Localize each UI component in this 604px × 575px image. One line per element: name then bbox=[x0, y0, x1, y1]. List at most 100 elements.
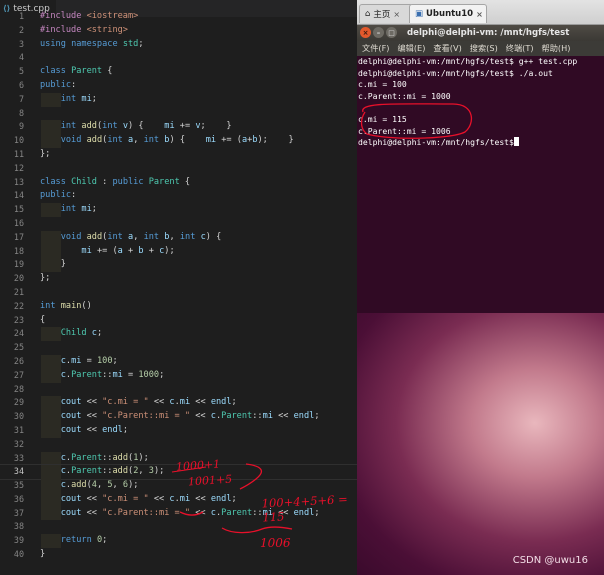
terminal-menu-item[interactable]: 文件(F) bbox=[362, 41, 389, 56]
line-number: 9 bbox=[18, 121, 24, 132]
code-text: class Child : public Parent { bbox=[40, 176, 191, 187]
code-line[interactable]: 1 #include <iostream> bbox=[0, 10, 357, 24]
code-text: mi += (a + b + c); bbox=[81, 245, 175, 256]
terminal-menu-item[interactable]: 搜索(S) bbox=[470, 41, 498, 56]
code-text: { bbox=[40, 314, 46, 325]
terminal-menu-item[interactable]: 终端(T) bbox=[506, 41, 534, 56]
maximize-window-button[interactable]: □ bbox=[386, 27, 397, 38]
code-line[interactable]: 19 } bbox=[0, 258, 357, 273]
line-number: 19 bbox=[13, 259, 24, 270]
line-number: 1 bbox=[18, 11, 24, 21]
line-number: 2 bbox=[18, 24, 24, 35]
terminal-menu-item[interactable]: 查看(V) bbox=[433, 41, 461, 56]
code-text: c.Parent::add(2, 3); bbox=[60, 466, 165, 477]
code-line[interactable]: 35 c.add(4, 5, 6); bbox=[0, 479, 357, 493]
code-line[interactable]: 5 class Parent { bbox=[0, 65, 357, 79]
code-line[interactable]: 2 #include <string> bbox=[0, 24, 357, 38]
terminal-line: c.Parent::mi = 1006 bbox=[357, 126, 604, 138]
code-text: c.Parent::add(1); bbox=[60, 452, 149, 463]
code-text: c.Parent::mi = 1000; bbox=[60, 369, 165, 380]
terminal-line: delphi@delphi-vm:/mnt/hgfs/test$ ./a.out bbox=[357, 68, 604, 80]
code-line[interactable]: 13 class Child : public Parent { bbox=[0, 176, 357, 190]
code-line[interactable]: 16 bbox=[0, 217, 357, 231]
close-window-button[interactable]: × bbox=[360, 27, 371, 38]
terminal-line-text: delphi@delphi-vm:/mnt/hgfs/test$ g++ tes… bbox=[358, 56, 578, 66]
terminal-cursor bbox=[513, 137, 519, 147]
code-line[interactable]: 15 int mi; bbox=[0, 203, 357, 217]
line-number: 22 bbox=[13, 300, 24, 311]
line-number: 27 bbox=[13, 369, 24, 380]
line-number: 36 bbox=[13, 493, 24, 504]
code-text: return 0; bbox=[60, 535, 108, 546]
terminal-line-text: c.mi = 115 bbox=[358, 113, 407, 124]
close-icon[interactable]: × bbox=[476, 10, 483, 19]
line-number: 4 bbox=[18, 52, 24, 63]
line-number: 35 bbox=[13, 480, 24, 491]
terminal-line-text: c.Parent::mi = 1000 bbox=[358, 90, 451, 101]
code-text: int mi; bbox=[60, 204, 97, 215]
line-number: 13 bbox=[13, 176, 24, 187]
terminal-line: delphi@delphi-vm:/mnt/hgfs/test$ g++ tes… bbox=[357, 56, 604, 68]
code-line[interactable]: 29 cout << "c.mi = " << c.mi << endl; bbox=[0, 396, 357, 411]
code-line[interactable]: 9 int add(int v) { mi += v; } bbox=[0, 120, 357, 135]
code-line[interactable]: 40} bbox=[0, 548, 357, 562]
terminal-output[interactable]: delphi@delphi-vm:/mnt/hgfs/test$ g++ tes… bbox=[357, 56, 604, 313]
code-line[interactable]: 24 Child c; bbox=[0, 327, 357, 342]
code-text: Child c; bbox=[60, 328, 103, 339]
code-line[interactable]: 23 { bbox=[0, 314, 357, 328]
code-line[interactable]: 38 bbox=[0, 520, 357, 534]
code-text: } bbox=[40, 549, 46, 560]
terminal-menu-bar: 文件(F) 编辑(E) 查看(V) 搜索(S) 终端(T) 帮助(H) bbox=[357, 41, 604, 56]
code-line[interactable]: 14 public: bbox=[0, 189, 357, 203]
line-number: 5 bbox=[18, 66, 24, 77]
line-number: 37 bbox=[13, 507, 24, 518]
code-text: int main() bbox=[40, 300, 92, 311]
code-line[interactable]: 39 return 0; bbox=[0, 534, 357, 549]
code-line[interactable]: 22 int main() bbox=[0, 300, 357, 314]
line-number: 25 bbox=[13, 342, 24, 353]
minimize-window-button[interactable]: – bbox=[373, 27, 384, 38]
code-line[interactable]: 12 bbox=[0, 162, 357, 176]
line-number: 39 bbox=[13, 535, 24, 546]
code-text: cout << "c.mi = " << c.mi << endl; bbox=[60, 397, 237, 408]
code-line[interactable]: 20}; bbox=[0, 272, 357, 286]
code-text: } bbox=[40, 259, 66, 270]
close-icon[interactable]: × bbox=[393, 10, 400, 19]
code-line[interactable]: 32 bbox=[0, 438, 357, 452]
vm-window: ⌂ 主页 × ▣ Ubuntu10 × × – □ delphi@delphi-… bbox=[357, 0, 604, 575]
code-line[interactable]: 30 cout << "c.Parent::mi = " << c.Parent… bbox=[0, 410, 357, 424]
line-number: 15 bbox=[13, 204, 24, 215]
code-line[interactable]: 6 public: bbox=[0, 79, 357, 93]
code-line[interactable]: 17 void add(int a, int b, int c) { bbox=[0, 230, 357, 245]
line-number: 16 bbox=[13, 217, 24, 228]
code-text: class Parent { bbox=[40, 66, 113, 77]
terminal-menu-item[interactable]: 编辑(E) bbox=[397, 41, 425, 56]
terminal-title-bar[interactable]: × – □ delphi@delphi-vm: /mnt/hgfs/test bbox=[357, 25, 604, 41]
terminal-line-text: delphi@delphi-vm:/mnt/hgfs/test$ ./a.out bbox=[358, 67, 553, 78]
terminal-title: delphi@delphi-vm: /mnt/hgfs/test bbox=[407, 28, 570, 38]
tab-ubuntu10[interactable]: ▣ Ubuntu10 × bbox=[409, 4, 487, 23]
code-line[interactable]: 27 c.Parent::mi = 1000; bbox=[0, 368, 357, 383]
line-number: 24 bbox=[13, 328, 24, 339]
code-line[interactable]: 28 bbox=[0, 383, 357, 397]
code-line[interactable]: 25 bbox=[0, 341, 357, 355]
code-line[interactable]: 26 c.mi = 100; bbox=[0, 354, 357, 369]
code-line[interactable]: 3 using namespace std; bbox=[0, 38, 357, 52]
code-editor[interactable]: ⟨⟩ test.cpp 1 #include <iostream> 2 #includ… bbox=[0, 0, 357, 575]
code-line[interactable]: 8 bbox=[0, 107, 357, 121]
code-line[interactable]: 31 cout << endl; bbox=[0, 423, 357, 438]
code-line[interactable]: 18 mi += (a + b + c); bbox=[0, 244, 357, 259]
code-line[interactable]: 21 bbox=[0, 286, 357, 300]
annotation-line-35: 100+4+5+6 = 115 bbox=[261, 491, 349, 525]
code-area[interactable]: 1 #include <iostream> 2 #include <string> 3 u… bbox=[0, 10, 357, 562]
code-line[interactable]: 10 void add(int a, int b) { mi += (a+b);… bbox=[0, 134, 357, 148]
line-number: 6 bbox=[18, 79, 24, 90]
code-line[interactable]: 11}; bbox=[0, 148, 357, 162]
line-number: 29 bbox=[13, 397, 24, 408]
code-line[interactable]: 4 bbox=[0, 51, 357, 65]
line-number: 11 bbox=[13, 148, 24, 159]
terminal-line: c.mi = 115 bbox=[357, 114, 604, 126]
tab-home[interactable]: ⌂ 主页 × bbox=[359, 4, 413, 23]
terminal-menu-item[interactable]: 帮助(H) bbox=[542, 41, 571, 56]
code-line[interactable]: 7 int mi; bbox=[0, 92, 357, 107]
